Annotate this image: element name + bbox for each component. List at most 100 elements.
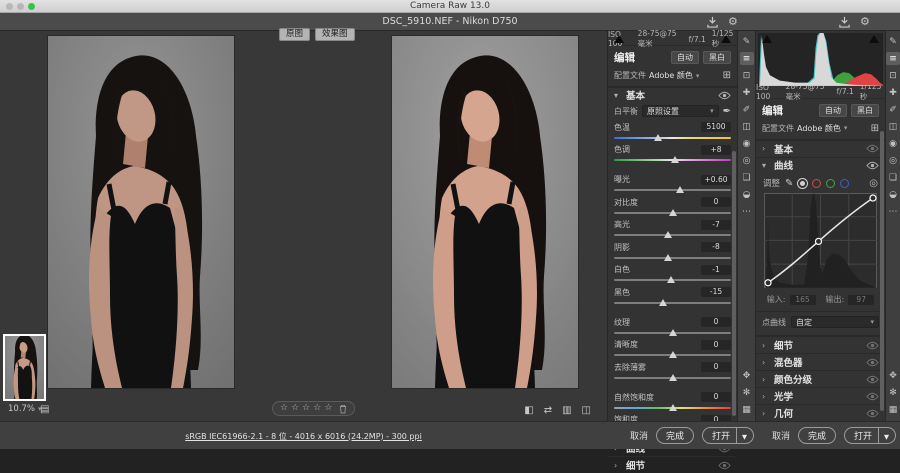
section-visibility-eye-icon[interactable] [866, 375, 879, 384]
close-window-button[interactable] [6, 3, 13, 10]
parametric-curve-icon[interactable]: ✎ [785, 178, 793, 189]
slider-value[interactable]: +8 [701, 145, 731, 155]
presets-icon[interactable]: ◒ [886, 188, 900, 201]
curve-channel-all-button[interactable] [798, 179, 807, 188]
section-basic-collapsed[interactable]: › 基本 [756, 140, 885, 157]
slider-track[interactable] [614, 134, 731, 142]
edit-panel-icon[interactable]: ≡ [740, 52, 754, 65]
bw-button[interactable]: 黑白 [851, 104, 879, 117]
healing-tool-icon[interactable]: ✚ [740, 86, 754, 99]
panel-scrollbar[interactable] [880, 131, 884, 411]
brush-tool-icon[interactable]: ✐ [886, 103, 900, 116]
red-eye-tool-icon[interactable]: ◎ [740, 154, 754, 167]
collapsed-section[interactable]: › 光学 [756, 387, 885, 404]
slider-value[interactable]: +0.60 [701, 175, 731, 185]
edit-panel-icon[interactable]: ≡ [886, 52, 900, 65]
crop-tool-icon[interactable]: ⊡ [740, 69, 754, 82]
auto-button[interactable]: 自动 [671, 51, 699, 64]
brush-tool-icon[interactable]: ✐ [740, 103, 754, 116]
white-balance-eyedropper-icon[interactable]: ✒ [723, 106, 731, 117]
slider-thumb[interactable] [676, 186, 684, 193]
rating-star-icon[interactable]: ☆ [324, 402, 332, 415]
collapsed-section[interactable]: › 细节 [756, 336, 885, 353]
histogram-right[interactable] [758, 33, 883, 86]
filmstrip-toggle-icon[interactable]: ▤ [40, 404, 49, 415]
preferences-gear-icon[interactable]: ⚙ [860, 15, 870, 28]
split-view-icon[interactable]: ◫ [582, 405, 591, 416]
slider-value[interactable]: 0 [701, 317, 731, 327]
save-image-icon[interactable] [838, 15, 851, 28]
section-visibility-eye-icon[interactable] [866, 358, 879, 367]
slider-track[interactable] [614, 404, 731, 412]
section-visibility-eye-icon[interactable] [866, 144, 879, 153]
slider-track[interactable] [614, 254, 731, 262]
slider-track[interactable] [614, 231, 731, 239]
radial-tool-icon[interactable]: ◉ [740, 137, 754, 150]
point-curve-dropdown[interactable]: 自定 ▾ [791, 316, 879, 328]
bw-button[interactable]: 黑白 [703, 51, 731, 64]
section-visibility-eye-icon[interactable] [718, 91, 731, 100]
slider-thumb[interactable] [671, 156, 679, 163]
filmstrip-thumbnail[interactable] [3, 334, 46, 401]
minimize-window-button[interactable] [17, 3, 24, 10]
collapsed-section[interactable]: › 颜色分级 [756, 370, 885, 387]
slider-value[interactable]: 0 [701, 392, 731, 402]
rating-star-icon[interactable]: ☆ [280, 402, 288, 415]
slider-value[interactable]: 0 [701, 197, 731, 207]
slider-track[interactable] [614, 186, 731, 194]
highlight-clipping-icon[interactable] [721, 35, 731, 43]
before-label-button[interactable]: 原图 [279, 28, 310, 41]
tone-curve-graph[interactable] [764, 193, 877, 288]
slider-track[interactable] [614, 156, 731, 164]
profile-browser-icon[interactable]: ⊞ [871, 123, 879, 134]
slider-track[interactable] [614, 351, 731, 359]
after-image[interactable] [392, 36, 578, 388]
open-split-button[interactable]: 打开 ▼ [702, 427, 754, 444]
slider-value[interactable]: -8 [701, 242, 731, 252]
chevron-down-icon[interactable]: ▼ [736, 428, 753, 443]
done-button[interactable]: 完成 [656, 427, 694, 444]
section-basic[interactable]: ▾ 基本 [608, 87, 737, 102]
zoom-window-button[interactable] [28, 3, 35, 10]
shadow-clipping-icon[interactable] [762, 35, 772, 43]
slider-thumb[interactable] [654, 134, 662, 141]
slider-value[interactable]: 0 [701, 340, 731, 350]
slider-value[interactable]: -1 [701, 265, 731, 275]
slider-thumb[interactable] [669, 329, 677, 336]
slider-value[interactable]: -15 [701, 287, 731, 297]
enhance-tool-icon[interactable]: ✻ [886, 386, 900, 399]
crop-tool-icon[interactable]: ⊡ [886, 69, 900, 82]
slider-track[interactable] [614, 299, 731, 307]
grid-view-icon[interactable]: ▦ [886, 403, 900, 416]
pencil-tool-icon[interactable]: ✎ [740, 35, 754, 48]
collapsed-section[interactable]: › 混色器 [756, 353, 885, 370]
rating-star-icon[interactable]: ☆ [313, 402, 321, 415]
section-visibility-eye-icon[interactable] [866, 392, 879, 401]
curve-channel-red-button[interactable] [812, 179, 821, 188]
cancel-button[interactable]: 取消 [630, 429, 648, 442]
slider-value[interactable]: -7 [701, 220, 731, 230]
pencil-tool-icon[interactable]: ✎ [886, 35, 900, 48]
slider-thumb[interactable] [669, 351, 677, 358]
copy-settings-icon[interactable]: ▥ [562, 405, 571, 416]
slider-value[interactable]: 5100 [701, 122, 731, 132]
save-image-icon[interactable] [706, 15, 719, 28]
workflow-options-link[interactable]: sRGB IEC61966-2.1 - 8 位 - 4016 x 6016 (2… [0, 422, 607, 450]
curve-output-field[interactable]: 97 [848, 295, 874, 305]
slider-thumb[interactable] [659, 299, 667, 306]
snapshots-icon[interactable]: ❏ [886, 171, 900, 184]
highlight-clipping-icon[interactable] [869, 35, 879, 43]
profile-browser-icon[interactable]: ⊞ [723, 70, 731, 81]
profile-dropdown[interactable]: Adobe 颜色 [797, 123, 841, 134]
radial-tool-icon[interactable]: ◉ [886, 137, 900, 150]
gradient-tool-icon[interactable]: ◫ [886, 120, 900, 133]
section-visibility-eye-icon[interactable] [866, 341, 879, 350]
hand-tool-icon[interactable]: ✥ [886, 369, 900, 382]
curve-channel-green-button[interactable] [826, 179, 835, 188]
rating-star-icon[interactable]: ☆ [302, 402, 310, 415]
swap-before-after-icon[interactable]: ⇄ [544, 405, 552, 416]
more-tools-icon[interactable]: ⋯ [886, 205, 900, 218]
slider-track[interactable] [614, 209, 731, 217]
more-tools-icon[interactable]: ⋯ [740, 205, 754, 218]
section-visibility-eye-icon[interactable] [718, 461, 731, 470]
